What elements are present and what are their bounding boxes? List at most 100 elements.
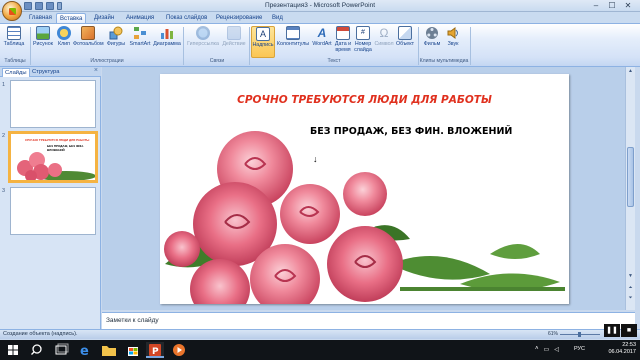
scroll-thumb[interactable]: [627, 147, 634, 207]
slides-panel: Слайды Структура × 1 2 СРОЧНО ТРЕБУЮТСЯ …: [0, 67, 101, 329]
slide-number-button[interactable]: # Номер слайда: [353, 26, 373, 53]
object-button[interactable]: Объект: [395, 26, 415, 47]
powerpoint-taskbar-icon[interactable]: P: [146, 342, 164, 358]
chevron-up-icon[interactable]: ˄: [535, 346, 539, 353]
datetime-label-2: время: [335, 47, 351, 53]
thumb-title: СРОЧНО ТРЕБУЮТСЯ ЛЮДИ ДЛЯ РАБОТЫ: [25, 138, 90, 142]
tab-slides[interactable]: Слайды: [2, 68, 30, 77]
scroll-up-arrow-icon[interactable]: ▲: [627, 68, 634, 75]
object-icon: [398, 26, 412, 40]
zoom-level[interactable]: 61%: [548, 331, 558, 337]
slide-number-label-2: слайда: [354, 47, 372, 53]
wordart-label: WordArt: [312, 41, 332, 47]
tab-home[interactable]: Главная: [26, 13, 55, 23]
group-label-media: Клипы мультимедиа: [419, 58, 469, 64]
table-icon: [7, 26, 21, 40]
network-icon[interactable]: ▭: [544, 346, 550, 353]
vertical-scrollbar[interactable]: ▲ ▼ ⏶ ⏷: [625, 67, 635, 310]
wordart-button[interactable]: A WordArt: [311, 26, 333, 47]
thumb-roses-image: [17, 152, 95, 180]
volume-icon[interactable]: ◁: [554, 346, 559, 353]
tab-insert[interactable]: Вставка: [56, 13, 87, 23]
datetime-button[interactable]: Дата и время: [334, 26, 352, 53]
start-button[interactable]: [4, 342, 22, 358]
media-player-icon[interactable]: [170, 342, 188, 358]
edge-browser-icon[interactable]: e: [76, 342, 94, 358]
video-controls: ❚❚ ■: [604, 324, 638, 337]
file-explorer-icon[interactable]: [100, 342, 118, 358]
group-label-tables: Таблицы: [4, 58, 26, 64]
chart-button[interactable]: Диаграмма: [153, 26, 181, 47]
speaker-icon: [446, 26, 460, 40]
maximize-button[interactable]: ☐: [604, 0, 620, 11]
header-footer-button[interactable]: Колонтитулы: [276, 26, 310, 47]
prev-slide-icon[interactable]: ⏶: [627, 285, 634, 292]
action-button[interactable]: Действие: [221, 26, 247, 47]
tab-slideshow[interactable]: Показ слайдов: [163, 13, 210, 23]
close-panel-button[interactable]: ×: [94, 67, 98, 74]
tab-design[interactable]: Дизайн: [91, 13, 117, 23]
sound-button[interactable]: Звук: [444, 26, 462, 47]
store-icon[interactable]: [124, 342, 142, 358]
symbol-label: Символ: [374, 41, 394, 47]
smartart-label: SmartArt: [129, 41, 151, 47]
chart-label: Диаграмма: [153, 41, 181, 47]
shapes-icon: [109, 26, 123, 40]
picture-icon: [36, 26, 50, 40]
stop-button[interactable]: ■: [621, 324, 637, 337]
office-button[interactable]: [2, 1, 22, 21]
slide-thumbnail-2[interactable]: СРОЧНО ТРЕБУЮТСЯ ЛЮДИ ДЛЯ РАБОТЫ БЕЗ ПРО…: [8, 131, 98, 183]
svg-text:P: P: [152, 347, 159, 357]
slide-title[interactable]: СРОЧНО ТРЕБУЮТСЯ ЛЮДИ ДЛЯ РАБОТЫ: [160, 94, 569, 106]
clip-button[interactable]: Клип: [56, 26, 72, 47]
slide-number: 3: [2, 188, 6, 194]
windows-logo-icon: [8, 345, 18, 355]
tab-outline[interactable]: Структура: [30, 68, 62, 77]
table-button[interactable]: Таблица: [3, 26, 25, 47]
shapes-button[interactable]: Фигуры: [105, 26, 127, 47]
action-icon: [227, 26, 241, 40]
group-label-text: Текст: [327, 58, 341, 64]
tab-animation[interactable]: Анимация: [123, 13, 157, 23]
slide-thumbnail-1[interactable]: [10, 80, 96, 128]
tab-review[interactable]: Рецензирование: [213, 13, 265, 23]
slide-textbox[interactable]: БЕЗ ПРОДАЖ, БЕЗ ФИН. ВЛОЖЕНИЙ: [310, 126, 512, 137]
photo-album-icon: [81, 26, 95, 40]
photo-album-label: Фотоальбом: [73, 41, 104, 47]
smartart-button[interactable]: SmartArt: [128, 26, 152, 47]
clock[interactable]: 22:53 06.04.2017: [608, 342, 636, 356]
wordart-icon: A: [317, 26, 327, 40]
search-icon[interactable]: [28, 342, 46, 358]
clock-time: 22:53: [622, 342, 636, 348]
notes-placeholder: Заметки к слайду: [106, 317, 159, 324]
scroll-down-arrow-icon[interactable]: ▼: [627, 273, 634, 280]
slide-editor: СРОЧНО ТРЕБУЮТСЯ ЛЮДИ ДЛЯ РАБОТЫ БЕЗ ПРО…: [102, 67, 625, 310]
task-view-icon[interactable]: [52, 342, 70, 358]
current-slide[interactable]: СРОЧНО ТРЕБУЮТСЯ ЛЮДИ ДЛЯ РАБОТЫ БЕЗ ПРО…: [160, 74, 569, 304]
hyperlink-button[interactable]: Гиперссылка: [186, 26, 220, 47]
group-separator: [30, 27, 31, 65]
next-slide-icon[interactable]: ⏷: [627, 295, 634, 302]
group-separator: [470, 27, 471, 65]
slide-thumbnail-3[interactable]: [10, 187, 96, 235]
textbox-button[interactable]: A Надпись: [251, 26, 275, 58]
shapes-label: Фигуры: [106, 41, 126, 47]
close-button[interactable]: ✕: [620, 0, 636, 11]
slide-number: 2: [2, 133, 6, 139]
pause-button[interactable]: ❚❚: [604, 324, 620, 337]
slide-number: 1: [2, 82, 6, 88]
movie-button[interactable]: Фильм: [422, 26, 442, 47]
omega-icon: Ω: [379, 26, 389, 40]
zoom-slider-knob[interactable]: [578, 332, 581, 337]
picture-button[interactable]: Рисунок: [32, 26, 54, 47]
notes-pane[interactable]: Заметки к слайду: [102, 312, 635, 329]
minimize-button[interactable]: –: [588, 0, 604, 11]
photo-album-button[interactable]: Фотоальбом: [73, 26, 104, 47]
table-label: Таблица: [3, 41, 25, 47]
symbol-button[interactable]: Ω Символ: [374, 26, 394, 47]
object-label: Объект: [395, 41, 415, 47]
group-separator: [249, 27, 250, 65]
tab-view[interactable]: Вид: [269, 13, 286, 23]
hyperlink-label: Гиперссылка: [187, 41, 219, 47]
language-indicator[interactable]: РУС: [574, 346, 585, 352]
